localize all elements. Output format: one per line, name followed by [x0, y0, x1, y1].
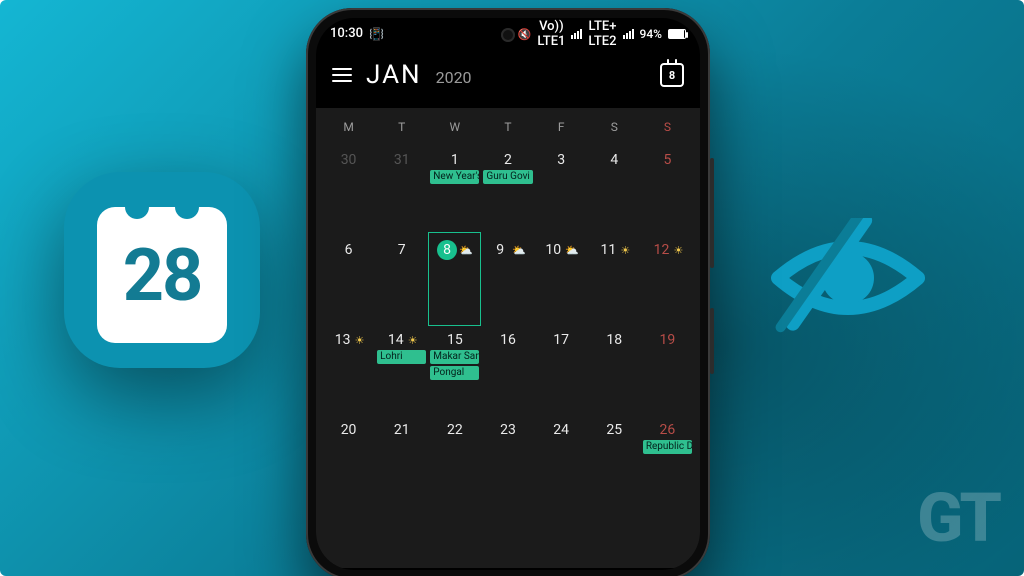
- week-row: 13☀ 14☀ Lohri 15 Makar San Pongal 16 17 …: [322, 324, 694, 414]
- event-chip[interactable]: New Year's: [430, 170, 479, 184]
- weather-icon: ⛅: [459, 244, 473, 257]
- day-cell[interactable]: 6: [322, 234, 375, 324]
- day-cell[interactable]: 9⛅: [481, 234, 534, 324]
- calendar-page-icon: 28: [97, 207, 227, 343]
- sim2-indicator: LTE+ LTE2: [588, 19, 616, 49]
- dow-fri: F: [535, 112, 588, 144]
- dow-thu: T: [481, 112, 534, 144]
- day-cell[interactable]: 13☀: [322, 324, 375, 414]
- phone-frame: 10:30 📳 🔇 Vo)) LTE1 LTE+ LTE2 94%: [306, 8, 710, 576]
- day-cell[interactable]: 31: [375, 144, 428, 234]
- volume-button: [710, 158, 714, 268]
- day-cell[interactable]: 17: [535, 324, 588, 414]
- day-cell[interactable]: 24: [535, 414, 588, 504]
- event-chip[interactable]: Guru Govi: [483, 170, 532, 184]
- event-chip[interactable]: Makar San: [430, 350, 479, 364]
- battery-icon: [668, 29, 686, 39]
- calendar-icon-day: 28: [123, 233, 202, 318]
- weather-icon: ☀: [408, 334, 418, 347]
- menu-icon[interactable]: [332, 68, 352, 82]
- day-cell[interactable]: 7: [375, 234, 428, 324]
- week-row: 6 7 8⛅ 9⛅ 10⛅ 11☀ 12☀: [322, 234, 694, 324]
- day-cell[interactable]: 14☀ Lohri: [375, 324, 428, 414]
- day-cell[interactable]: 23: [481, 414, 534, 504]
- weather-icon: ☀: [673, 244, 683, 257]
- day-cell[interactable]: 3: [535, 144, 588, 234]
- battery-percent: 94%: [640, 27, 662, 41]
- power-button: [710, 308, 714, 374]
- day-cell-selected[interactable]: 8⛅: [428, 234, 481, 324]
- day-cell[interactable]: 15 Makar San Pongal: [428, 324, 481, 414]
- day-cell[interactable]: 30: [322, 144, 375, 234]
- day-cell[interactable]: 20: [322, 414, 375, 504]
- week-row: 20 21 22 23 24 25 26 Republic D: [322, 414, 694, 504]
- week-row: 30 31 1 New Year's 2 Guru Govi 3 4 5: [322, 144, 694, 234]
- calendar-app-icon: 28: [64, 172, 260, 368]
- gt-watermark: GT: [917, 478, 998, 558]
- phone-screen: 10:30 📳 🔇 Vo)) LTE1 LTE+ LTE2 94%: [316, 18, 700, 570]
- day-cell[interactable]: 2 Guru Govi: [481, 144, 534, 234]
- weather-icon: ☀: [355, 334, 365, 347]
- mute-icon: 🔇: [518, 28, 532, 41]
- dow-wed: W: [428, 112, 481, 144]
- event-chip[interactable]: Lohri: [377, 350, 426, 364]
- day-cell[interactable]: 1 New Year's: [428, 144, 481, 234]
- jump-today-button[interactable]: 8: [660, 63, 684, 87]
- day-cell[interactable]: 19: [641, 324, 694, 414]
- month-grid: M T W T F S S 30 31 1 New Year's: [316, 108, 700, 568]
- day-cell[interactable]: 5: [641, 144, 694, 234]
- day-cell[interactable]: 25: [588, 414, 641, 504]
- calendar-header: JAN 2020 8: [316, 50, 700, 108]
- weather-icon: ⛅: [512, 244, 526, 257]
- weather-icon: ☀: [620, 244, 630, 257]
- weekday-row: M T W T F S S: [322, 112, 694, 144]
- dow-tue: T: [375, 112, 428, 144]
- day-cell[interactable]: 26 Republic D: [641, 414, 694, 504]
- signal-1-icon: [571, 29, 582, 39]
- hero-stage: 28 GT 10:30 📳 🔇 Vo)): [0, 0, 1024, 576]
- month-label[interactable]: JAN: [366, 60, 422, 90]
- event-chip[interactable]: Republic D: [643, 440, 692, 454]
- dow-mon: M: [322, 112, 375, 144]
- day-cell[interactable]: 12☀: [641, 234, 694, 324]
- dow-sat: S: [588, 112, 641, 144]
- event-chip[interactable]: Pongal: [430, 366, 479, 380]
- day-cell[interactable]: 21: [375, 414, 428, 504]
- day-cell[interactable]: 18: [588, 324, 641, 414]
- dow-sun: S: [641, 112, 694, 144]
- day-cell[interactable]: 10⛅: [535, 234, 588, 324]
- day-cell[interactable]: 4: [588, 144, 641, 234]
- weather-icon: ⛅: [565, 244, 579, 257]
- day-cell[interactable]: 22: [428, 414, 481, 504]
- sim1-indicator: Vo)) LTE1: [537, 19, 565, 49]
- today-badge-number: 8: [669, 69, 675, 82]
- day-cell[interactable]: 16: [481, 324, 534, 414]
- front-camera-icon: [501, 28, 515, 42]
- day-cell[interactable]: 11☀: [588, 234, 641, 324]
- vibrate-icon: 📳: [369, 29, 384, 40]
- signal-2-icon: [623, 29, 634, 39]
- hidden-eye-icon: [768, 218, 928, 338]
- clock: 10:30: [330, 28, 363, 40]
- year-label[interactable]: 2020: [436, 68, 472, 87]
